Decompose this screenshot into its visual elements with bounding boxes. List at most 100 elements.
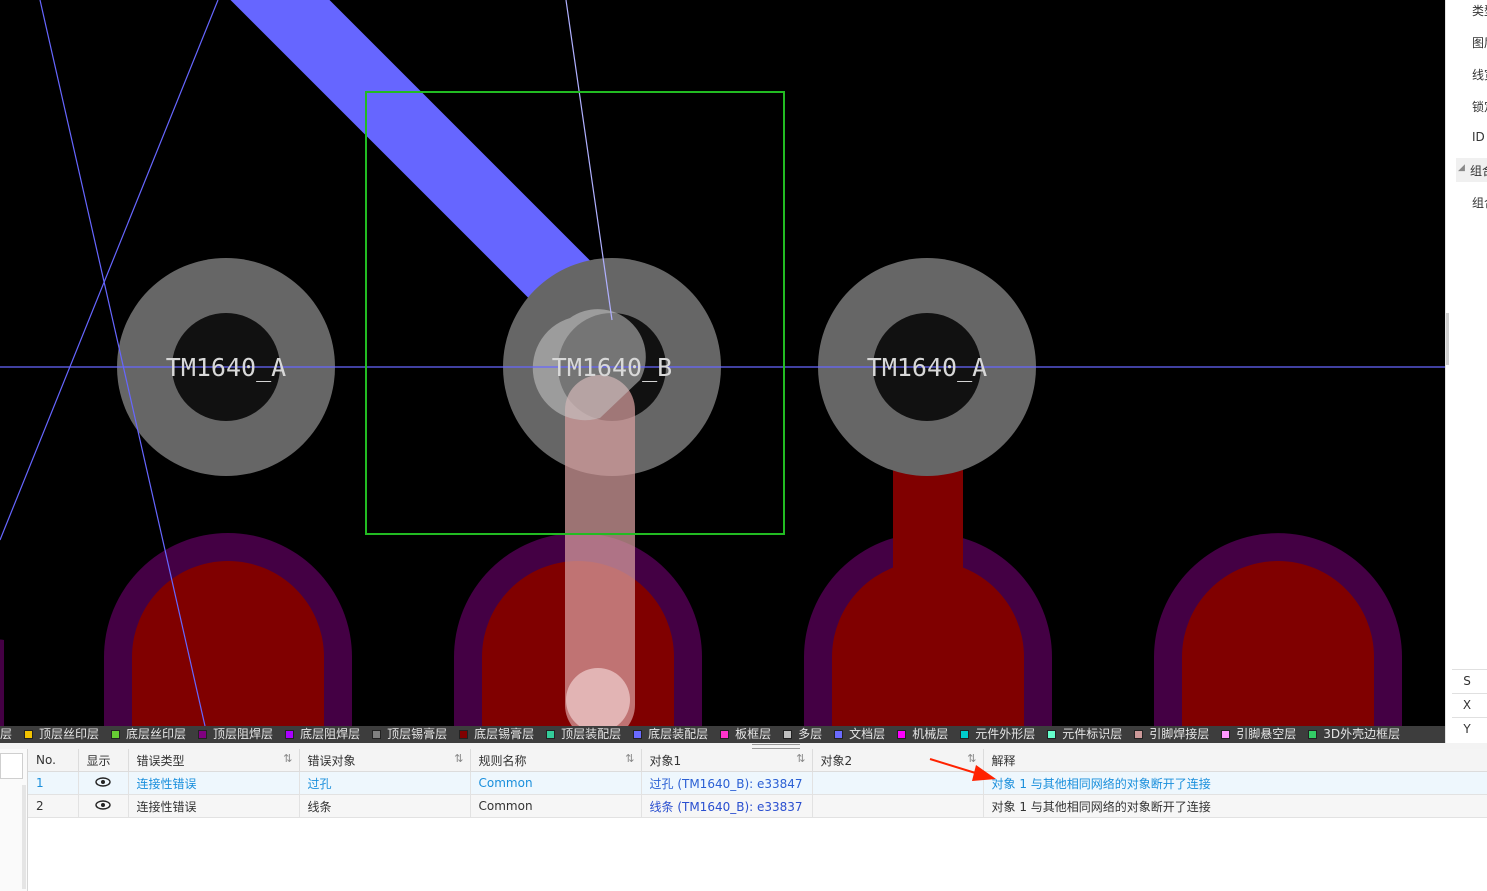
layer-item[interactable]: 层: [0, 726, 19, 743]
eye-icon[interactable]: [95, 800, 111, 810]
col-show[interactable]: 显示: [78, 749, 129, 772]
layer-label: 底层阻焊层: [300, 727, 361, 741]
panel-resize-handle[interactable]: [1446, 313, 1449, 365]
prop-layer-label: 图层: [1472, 36, 1487, 50]
layer-color-swatch[interactable]: [459, 730, 469, 739]
cell-object1-link[interactable]: 线条 (TM1640_B): e33837: [641, 794, 813, 818]
prop-type-label: 类型: [1472, 4, 1487, 18]
cell-no: 1: [28, 771, 79, 795]
sort-icon[interactable]: ⇅: [283, 752, 292, 765]
layer-item[interactable]: 引脚悬空层: [1216, 726, 1303, 743]
cell-rule: Common: [470, 771, 642, 795]
cell-error-type: 连接性错误: [128, 771, 300, 795]
layer-label: 3D外壳边框层: [1323, 727, 1401, 741]
col-object1[interactable]: 对象1 ⇅: [641, 749, 813, 772]
drc-filter-box[interactable]: [0, 753, 23, 779]
cell-object1-link[interactable]: 过孔 (TM1640_B): e33847: [641, 771, 813, 795]
layer-item[interactable]: 底层丝印层: [106, 726, 193, 743]
col-no[interactable]: No.: [28, 749, 79, 772]
cell-explain: 对象 1 与其他相同网络的对象断开了连接: [983, 794, 1487, 818]
layer-label: 底层丝印层: [126, 727, 187, 741]
col-explain[interactable]: 解释: [983, 749, 1487, 772]
table-header: No. 显示 错误类型 ⇅ 错误对象 ⇅ 规则名称 ⇅ 对象1 ⇅ 对象2 ⇅ 解释: [28, 749, 1487, 772]
layer-color-swatch[interactable]: [24, 730, 34, 739]
layer-color-swatch[interactable]: [1047, 730, 1057, 739]
sort-icon[interactable]: ⇅: [454, 752, 463, 765]
layer-item[interactable]: 顶层装配层: [541, 726, 628, 743]
layer-item[interactable]: 多层: [778, 726, 829, 743]
layer-color-swatch[interactable]: [198, 730, 208, 739]
layer-color-swatch[interactable]: [720, 730, 730, 739]
layer-item[interactable]: 机械层: [892, 726, 955, 743]
layer-label: 元件外形层: [975, 727, 1036, 741]
visibility-toggle[interactable]: [78, 794, 129, 818]
layer-item[interactable]: 板框层: [715, 726, 778, 743]
layer-label: 引脚悬空层: [1236, 727, 1297, 741]
left-scrollbar[interactable]: [22, 785, 26, 889]
layer-label: 板框层: [735, 727, 772, 741]
layer-color-swatch[interactable]: [1308, 730, 1318, 739]
layer-toolbar: 层 顶层丝印层 底层丝印层 顶层阻焊层 底层阻焊层 顶层锡膏层 底层锡膏层 顶层装配层 底层装配…: [0, 726, 1445, 743]
visibility-toggle[interactable]: [78, 771, 129, 795]
layer-item[interactable]: 元件标识层: [1042, 726, 1129, 743]
group-header-label: 组合: [1470, 164, 1487, 178]
group-section-header[interactable]: ◢ 组合: [1456, 158, 1487, 182]
cell-rule: Common: [470, 794, 642, 818]
layer-color-swatch[interactable]: [111, 730, 121, 739]
pcb-canvas[interactable]: TM1640_A TM1640_B TM1640_A: [0, 0, 1445, 726]
table-row[interactable]: 2 连接性错误 线条 Common 线条 (TM1640_B): e33837 …: [28, 794, 1487, 818]
pad-label-right: TM1640_A: [867, 353, 987, 382]
layer-label: 多层: [798, 727, 823, 741]
layer-label: 机械层: [912, 727, 949, 741]
drc-panel: No. 显示 错误类型 ⇅ 错误对象 ⇅ 规则名称 ⇅ 对象1 ⇅ 对象2 ⇅ 解释 1 …: [0, 749, 1487, 891]
properties-panel: 类型 图层 线宽 锁定 ID ◢ 组合 组合 S X Y: [1445, 0, 1487, 745]
col-rule-name[interactable]: 规则名称 ⇅: [470, 749, 642, 772]
drc-left-strip: [0, 749, 28, 891]
layer-color-swatch[interactable]: [372, 730, 382, 739]
table-row[interactable]: 1 连接性错误 过孔 Common 过孔 (TM1640_B): e33847 …: [28, 771, 1487, 795]
layer-item[interactable]: 文档层: [829, 726, 892, 743]
cell-no: 2: [28, 794, 79, 818]
col-error-object[interactable]: 错误对象 ⇅: [299, 749, 471, 772]
sort-icon[interactable]: ⇅: [796, 752, 805, 765]
layer-color-swatch[interactable]: [834, 730, 844, 739]
layer-color-swatch[interactable]: [285, 730, 295, 739]
layer-item[interactable]: 引脚焊接层: [1129, 726, 1216, 743]
layer-item[interactable]: 3D外壳边框层: [1303, 726, 1407, 743]
layer-color-swatch[interactable]: [960, 730, 970, 739]
sort-icon[interactable]: ⇅: [625, 752, 634, 765]
col-object2[interactable]: 对象2 ⇅: [812, 749, 984, 772]
layer-item[interactable]: 底层锡膏层: [454, 726, 541, 743]
coord-s: S: [1452, 669, 1487, 692]
cell-error-object: 线条: [299, 794, 471, 818]
layer-label: 层: [0, 727, 13, 741]
prop-width-label: 线宽: [1472, 68, 1487, 82]
coord-y: Y: [1452, 717, 1487, 740]
group-item-label: 组合: [1472, 196, 1487, 210]
eye-icon[interactable]: [95, 777, 111, 787]
prop-lock-label: 锁定: [1472, 100, 1487, 114]
layer-label: 底层装配层: [648, 727, 709, 741]
layer-item[interactable]: 底层装配层: [628, 726, 715, 743]
layer-color-swatch[interactable]: [783, 730, 793, 739]
layer-label: 元件标识层: [1062, 727, 1123, 741]
layer-item[interactable]: 底层阻焊层: [280, 726, 367, 743]
layer-color-swatch[interactable]: [546, 730, 556, 739]
cell-error-type: 连接性错误: [128, 794, 300, 818]
layer-item[interactable]: 顶层丝印层: [19, 726, 106, 743]
layer-label: 引脚焊接层: [1149, 727, 1210, 741]
cell-error-object: 过孔: [299, 771, 471, 795]
layer-color-swatch[interactable]: [633, 730, 643, 739]
layer-item[interactable]: 顶层阻焊层: [193, 726, 280, 743]
pad-label-left: TM1640_A: [166, 353, 286, 382]
layer-label: 文档层: [849, 727, 886, 741]
layer-label: 顶层丝印层: [39, 727, 100, 741]
col-error-type[interactable]: 错误类型 ⇅: [128, 749, 300, 772]
layer-item[interactable]: 元件外形层: [955, 726, 1042, 743]
layer-item[interactable]: 顶层锡膏层: [367, 726, 454, 743]
collapse-icon[interactable]: ◢: [1458, 163, 1465, 173]
layer-color-swatch[interactable]: [1134, 730, 1144, 739]
layer-color-swatch[interactable]: [897, 730, 907, 739]
sort-icon[interactable]: ⇅: [967, 752, 976, 765]
layer-color-swatch[interactable]: [1221, 730, 1231, 739]
